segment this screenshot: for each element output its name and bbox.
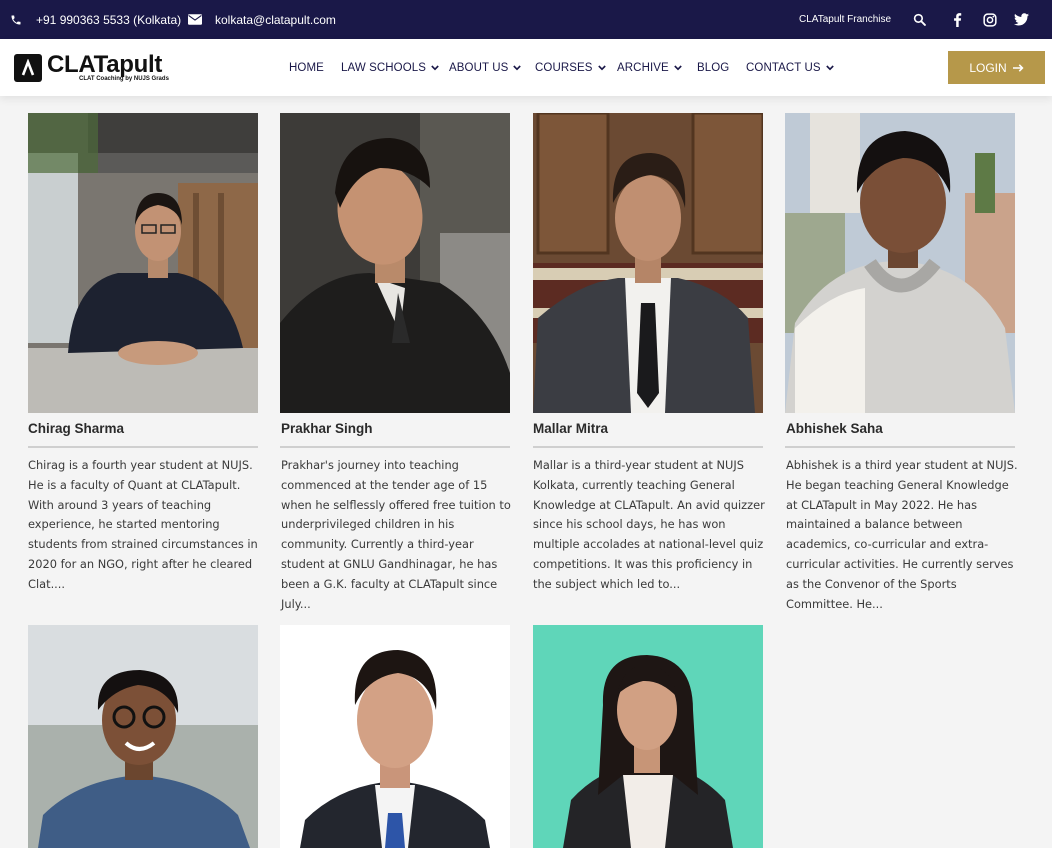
email-contact[interactable]: kolkata@clatapult.com	[188, 0, 336, 39]
login-button[interactable]: LOGIN	[948, 51, 1045, 84]
phone-number: +91 990363 5533 (Kolkata)	[36, 12, 182, 27]
faculty-photo-6	[280, 625, 510, 848]
faculty-photo-prakhar	[280, 113, 510, 413]
login-label: LOGIN	[969, 60, 1007, 75]
name-divider	[785, 446, 1015, 448]
nav-home[interactable]: HOME	[289, 39, 324, 96]
nav-about-us[interactable]: ABOUT US	[449, 39, 522, 96]
top-bar: +91 990363 5533 (Kolkata) kolkata@clatap…	[0, 0, 1052, 39]
instagram-icon[interactable]	[983, 0, 997, 39]
nav-contact-us-label: CONTACT US	[746, 61, 821, 74]
franchise-link[interactable]: CLATapult Franchise	[799, 0, 891, 39]
faculty-name[interactable]: Abhishek Saha	[786, 421, 883, 436]
nav-blog-label: BLOG	[697, 61, 730, 74]
nav-courses[interactable]: COURSES	[535, 39, 606, 96]
faculty-bio: Chirag is a fourth year student at NUJS.…	[28, 458, 258, 591]
nav-law-schools-label: LAW SCHOOLS	[341, 61, 427, 74]
faculty-photo-chirag	[28, 113, 258, 413]
search-icon[interactable]	[913, 0, 926, 39]
main-header: CLATapult CLAT Coaching by NUJS Grads HO…	[0, 39, 1052, 96]
facebook-icon[interactable]	[953, 0, 962, 39]
nav-courses-label: COURSES	[535, 61, 593, 74]
envelope-icon	[188, 14, 202, 25]
nav-home-label: HOME	[289, 61, 324, 74]
chevron-down-icon	[513, 62, 522, 74]
faculty-bio: Mallar is a third-year student at NUJS K…	[533, 458, 765, 591]
faculty-name[interactable]: Chirag Sharma	[28, 421, 124, 436]
faculty-photo-mallar	[533, 113, 763, 413]
faculty-photo-5	[28, 625, 258, 848]
faculty-name[interactable]: Prakhar Singh	[281, 421, 373, 436]
nav-archive[interactable]: ARCHIVE	[617, 39, 682, 96]
nav-law-schools[interactable]: LAW SCHOOLS	[341, 39, 439, 96]
name-divider	[28, 446, 258, 448]
nav-archive-label: ARCHIVE	[617, 61, 669, 74]
chevron-down-icon	[825, 62, 834, 74]
phone-icon	[10, 14, 22, 26]
faculty-name[interactable]: Mallar Mitra	[533, 421, 608, 436]
chevron-down-icon	[431, 62, 439, 74]
chevron-down-icon	[597, 62, 606, 74]
twitter-icon[interactable]	[1014, 0, 1029, 39]
faculty-bio: Abhishek is a third year student at NUJS…	[786, 458, 1018, 611]
franchise-label: CLATapult Franchise	[799, 14, 892, 25]
arrow-right-icon	[1007, 61, 1024, 75]
name-divider	[533, 446, 763, 448]
faculty-photo-abhishek	[785, 113, 1015, 413]
nav-about-us-label: ABOUT US	[449, 61, 509, 74]
phone-contact[interactable]: +91 990363 5533 (Kolkata)	[10, 0, 181, 39]
nav-contact-us[interactable]: CONTACT US	[746, 39, 834, 96]
faculty-photo-7	[533, 625, 763, 848]
chevron-down-icon	[674, 62, 682, 74]
email-address: kolkata@clatapult.com	[215, 12, 336, 27]
faculty-bio: Prakhar's journey into teaching commence…	[281, 458, 511, 611]
name-divider	[280, 446, 510, 448]
nav-blog[interactable]: BLOG	[697, 39, 729, 96]
main-nav: HOME LAW SCHOOLS ABOUT US COURSES ARCHIV…	[0, 39, 1052, 96]
